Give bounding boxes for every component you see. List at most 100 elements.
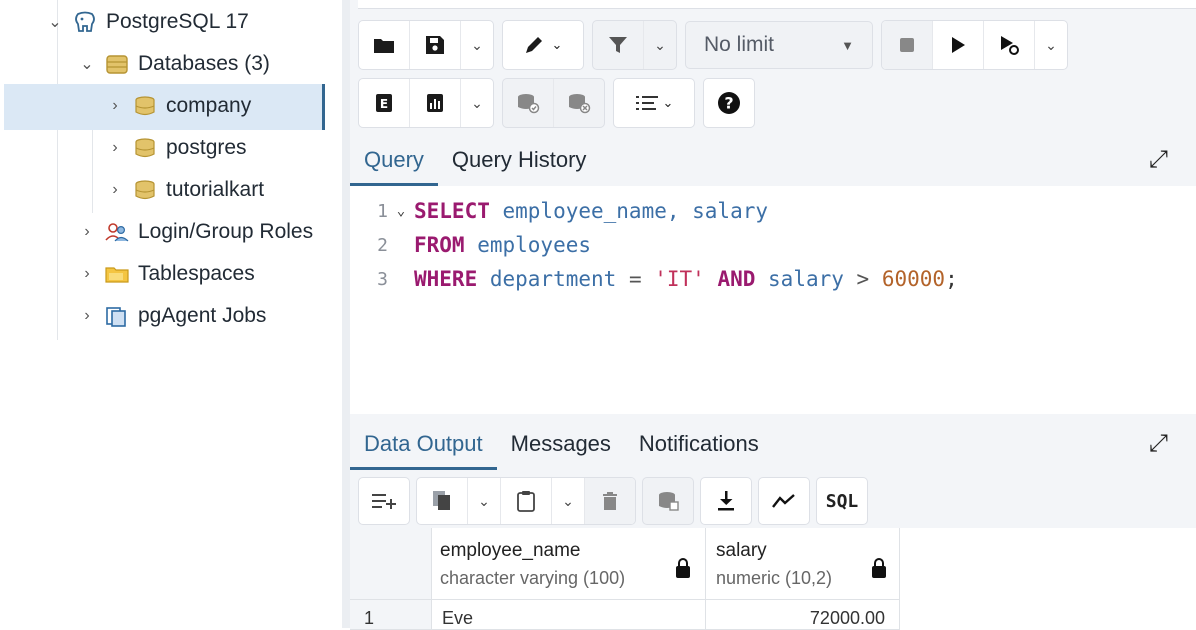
chevron-down-icon: ⌄ [478, 492, 490, 509]
chevron-right-icon[interactable]: › [104, 139, 126, 157]
copy-button[interactable] [417, 478, 467, 524]
tree-item-databases[interactable]: ⌄ Databases (3) [76, 44, 270, 84]
tab-query[interactable]: Query [350, 134, 438, 186]
copy-icon [433, 491, 450, 510]
sql-keyword: SELECT [414, 199, 490, 223]
cell-salary[interactable]: 72000.00 [706, 600, 900, 630]
chevron-down-icon: ⌄ [471, 36, 483, 53]
cell-employee-name[interactable]: Eve [432, 600, 706, 630]
tree-label-server: PostgreSQL 17 [106, 10, 249, 33]
sql-editor[interactable]: 1 ⌄ SELECT employee_name, salary 2 FROM … [350, 186, 1196, 414]
download-icon [718, 491, 734, 511]
sql-identifier: salary [755, 267, 844, 291]
expand-icon[interactable]: ⤢ [1149, 430, 1168, 458]
chevron-right-icon[interactable]: › [76, 223, 98, 241]
folder-icon [105, 267, 129, 283]
svg-text:?: ? [724, 94, 733, 113]
code-line: 3 WHERE department = 'IT' AND salary > 6… [350, 262, 958, 296]
expand-icon[interactable]: ⤢ [1149, 146, 1168, 174]
macros-menu-button[interactable]: ⌄ [614, 79, 694, 127]
chevron-down-icon[interactable]: ⌄ [76, 54, 98, 74]
save-data-button[interactable] [643, 478, 693, 524]
tree-label-login-roles: Login/Group Roles [138, 220, 314, 243]
explain-analyze-button[interactable] [409, 79, 460, 127]
copy-options-dropdown[interactable]: ⌄ [467, 478, 500, 524]
rollback-button[interactable] [553, 79, 604, 127]
paste-options-dropdown[interactable]: ⌄ [551, 478, 584, 524]
column-header[interactable]: salary numeric (10,2) [706, 528, 900, 600]
chevron-down-icon[interactable]: ⌄ [44, 12, 66, 32]
explain-button[interactable]: E [359, 79, 409, 127]
add-row-button[interactable] [359, 478, 409, 524]
commit-button[interactable] [503, 79, 553, 127]
row-header-corner[interactable] [350, 528, 432, 600]
delete-row-button[interactable] [584, 478, 635, 524]
chevron-down-icon: ⌄ [562, 492, 574, 509]
chevron-right-icon[interactable]: › [76, 265, 98, 283]
tab-notifications[interactable]: Notifications [625, 418, 773, 470]
tree-label-db: postgres [166, 136, 247, 159]
graph-visualiser-button[interactable] [759, 478, 809, 524]
chevron-right-icon[interactable]: › [104, 97, 126, 115]
lock-icon [872, 558, 886, 578]
edit-button-group: ⌄ [502, 20, 584, 70]
databases-icon [106, 55, 128, 74]
execute-options-dropdown[interactable]: ⌄ [1034, 21, 1067, 69]
macros-button-group: ⌄ [613, 78, 695, 128]
commit-icon [518, 94, 540, 114]
row-number-cell[interactable]: 1 [350, 600, 432, 630]
sql-keyword: WHERE [414, 267, 478, 291]
chevron-down-icon: ⌄ [662, 95, 674, 110]
query-tool-panel: ⌄ ⌄ ⌄ No limit ▼ ⌄ E ⌄ ⌄ ? Query Query H… [350, 0, 1196, 630]
svg-text:E: E [380, 97, 388, 111]
chevron-right-icon[interactable]: › [76, 307, 98, 325]
lock-icon [676, 558, 690, 578]
stop-button[interactable] [882, 21, 932, 69]
execute-script-button[interactable] [983, 21, 1034, 69]
tab-data-output[interactable]: Data Output [350, 418, 497, 470]
save-options-dropdown[interactable]: ⌄ [460, 21, 493, 69]
chevron-right-icon[interactable]: › [104, 181, 126, 199]
sql-string: 'IT' [654, 267, 705, 291]
open-file-button[interactable] [359, 21, 409, 69]
edit-menu-button[interactable]: ⌄ [503, 21, 583, 69]
filter-options-dropdown[interactable]: ⌄ [643, 21, 676, 69]
cell-value: Eve [442, 608, 474, 628]
tree-item-pgagent[interactable]: › pgAgent Jobs [76, 296, 266, 336]
help-icon: ? [718, 92, 740, 114]
save-data-group [642, 477, 694, 525]
pencil-icon [525, 37, 542, 53]
column-header[interactable]: employee_name character varying (100) [432, 528, 706, 600]
tree-item-tablespaces[interactable]: › Tablespaces [76, 254, 254, 294]
explain-options-dropdown[interactable]: ⌄ [460, 79, 493, 127]
tree-item-server[interactable]: ⌄ PostgreSQL 17 [44, 2, 249, 42]
tree-label-databases: Databases (3) [138, 52, 270, 75]
tree-item-db-tutorialkart[interactable]: › tutorialkart [104, 170, 264, 210]
filter-button[interactable] [593, 21, 643, 69]
row-limit-select[interactable]: No limit ▼ [685, 21, 873, 69]
tree-item-db-company[interactable]: › company [104, 86, 251, 126]
group-roles-icon [105, 223, 129, 242]
save-file-button[interactable] [409, 21, 460, 69]
paste-button[interactable] [500, 478, 551, 524]
tree-item-db-postgres[interactable]: › postgres [104, 128, 247, 168]
sql-button[interactable]: SQL [817, 478, 867, 524]
download-button[interactable] [701, 478, 751, 524]
tab-messages[interactable]: Messages [497, 418, 625, 470]
column-name: employee_name [440, 540, 581, 561]
pgagent-jobs-icon [106, 307, 126, 327]
save-icon [426, 36, 444, 54]
tree-item-login-roles[interactable]: › Login/Group Roles [76, 212, 313, 252]
fold-chevron-icon[interactable]: ⌄ [388, 203, 414, 219]
file-button-group: ⌄ [358, 20, 494, 70]
output-toolbar: ⌄ ⌄ SQL [358, 476, 868, 526]
add-row-group [358, 477, 410, 525]
panel-splitter[interactable] [342, 0, 350, 628]
help-button[interactable]: ? [704, 79, 754, 127]
tree-label-db: tutorialkart [166, 178, 265, 201]
explain-button-group: E ⌄ [358, 78, 494, 128]
execute-button[interactable] [932, 21, 983, 69]
line-number: 2 [377, 234, 388, 256]
clipboard-icon [517, 491, 535, 512]
tab-query-history[interactable]: Query History [438, 134, 600, 186]
